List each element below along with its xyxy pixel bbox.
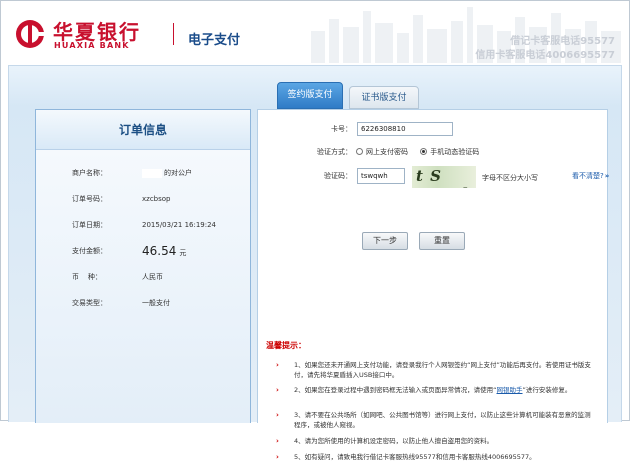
credit-hotline: 信用卡客服电话4006695577 <box>475 50 615 61</box>
chevron-right-icon: › <box>276 411 279 419</box>
radio-unchecked-icon[interactable] <box>356 148 363 155</box>
verify-option-sms[interactable]: 手机动态验证码 <box>420 148 479 156</box>
online-banking-helper-link[interactable]: 网银助手 <box>497 386 523 394</box>
debit-hotline: 借记卡客服电话95577 <box>510 36 615 47</box>
reset-button[interactable]: 重置 <box>419 232 465 250</box>
order-row-amount: 支付金额： 46.54 元 <box>36 244 250 258</box>
order-date-label: 订单日期： <box>72 221 107 229</box>
verify-option-password[interactable]: 网上支付密码 <box>356 148 408 156</box>
payment-form-panel: 卡号： 6226308810 验证方式： 网上支付密码 手机动态验证码 验证码：… <box>257 109 609 461</box>
chevron-right-icon: › <box>276 437 279 445</box>
masked-merchant-name <box>142 168 162 178</box>
captcha-input[interactable]: tswqwh <box>357 168 405 184</box>
tab-certificate-payment[interactable]: 证书版支付 <box>349 86 419 109</box>
order-row-date: 订单日期： 2015/03/21 16:19:24 <box>36 218 250 232</box>
page-header: 华夏银行 HUAXIA BANK 电子支付 借记卡客服电话95577 信用卡客服… <box>1 1 629 63</box>
currency-value: 人民币 <box>142 273 163 281</box>
order-number-label: 订单号码： <box>72 195 107 203</box>
card-number-input[interactable]: 6226308810 <box>357 122 453 136</box>
tip-item: › 4、请为您所使用的计算机设定密码，以防止他人擅自盗用您的资料。 <box>276 437 494 445</box>
captcha-hint: 字母不区分大小写 <box>482 174 538 182</box>
tips-title: 温馨提示： <box>266 341 306 350</box>
verify-method-group: 网上支付密码 手机动态验证码 <box>356 145 489 159</box>
merchant-value: 的对公户 <box>142 166 192 180</box>
card-number-label: 卡号： <box>331 125 352 133</box>
huaxia-logo-icon <box>16 20 45 48</box>
order-info-body: 商户名称： 的对公户 订单号码： xzcbsop 订单日期： 2015/03/2… <box>36 150 250 423</box>
captcha-image[interactable]: t S wQWh <box>412 166 476 188</box>
chevron-right-icon: › <box>276 361 279 369</box>
chevron-right-icon: › <box>276 453 279 461</box>
radio-checked-icon[interactable] <box>420 148 428 155</box>
tip-item: › 1、如果您还未开通网上支付功能，请登录我行个人网银签约“网上支付”功能后再支… <box>276 361 591 379</box>
tip-item: › 3、请不要在公共场所（如网吧、公共图书馆等）进行网上支付，以防止这些计算机可… <box>276 411 591 429</box>
tab-contract-payment[interactable]: 签约版支付 <box>277 82 343 109</box>
order-number-value: xzcbsop <box>142 195 171 203</box>
refresh-captcha-link[interactable]: 看不清楚?» <box>572 170 609 182</box>
section-title: 电子支付 <box>188 33 241 48</box>
tip-item: › 5、如有疑问，请致电我行借记卡客服热线95577和信用卡客服热线400669… <box>276 453 536 461</box>
amount-label: 支付金额： <box>72 247 107 255</box>
main-container: 订单信息 商户名称： 的对公户 订单号码： xzcbsop 订单日期： 2015… <box>8 65 622 461</box>
order-row-currency: 币 种： 人民币 <box>36 270 250 284</box>
transaction-type-value: 一般支付 <box>142 299 170 307</box>
order-date-value: 2015/03/21 16:19:24 <box>142 221 217 229</box>
order-row-type: 交易类型： 一般支付 <box>36 296 250 310</box>
transaction-type-label: 交易类型： <box>72 299 107 307</box>
order-row-number: 订单号码： xzcbsop <box>36 192 250 206</box>
order-info-title: 订单信息 <box>36 110 250 150</box>
amount-unit: 元 <box>179 249 187 257</box>
header-divider <box>173 23 174 45</box>
brand-name-en: HUAXIA BANK <box>54 41 130 50</box>
amount-value: 46.54 元 <box>142 244 187 258</box>
next-step-button[interactable]: 下一步 <box>362 232 408 250</box>
chevron-right-icon: › <box>276 386 279 394</box>
currency-label: 币 种： <box>72 273 102 281</box>
merchant-label: 商户名称： <box>72 169 107 177</box>
tip-item: › 2、如果您在登录过程中遇到密码框无法输入或页面异常情况，请使用“网银助手”进… <box>276 386 572 394</box>
order-info-panel: 订单信息 商户名称： 的对公户 订单号码： xzcbsop 订单日期： 2015… <box>35 109 251 423</box>
captcha-label: 验证码： <box>324 172 352 180</box>
order-row-merchant: 商户名称： 的对公户 <box>36 166 250 180</box>
chevron-right-icon: » <box>604 172 610 180</box>
verify-method-label: 验证方式： <box>317 148 352 156</box>
